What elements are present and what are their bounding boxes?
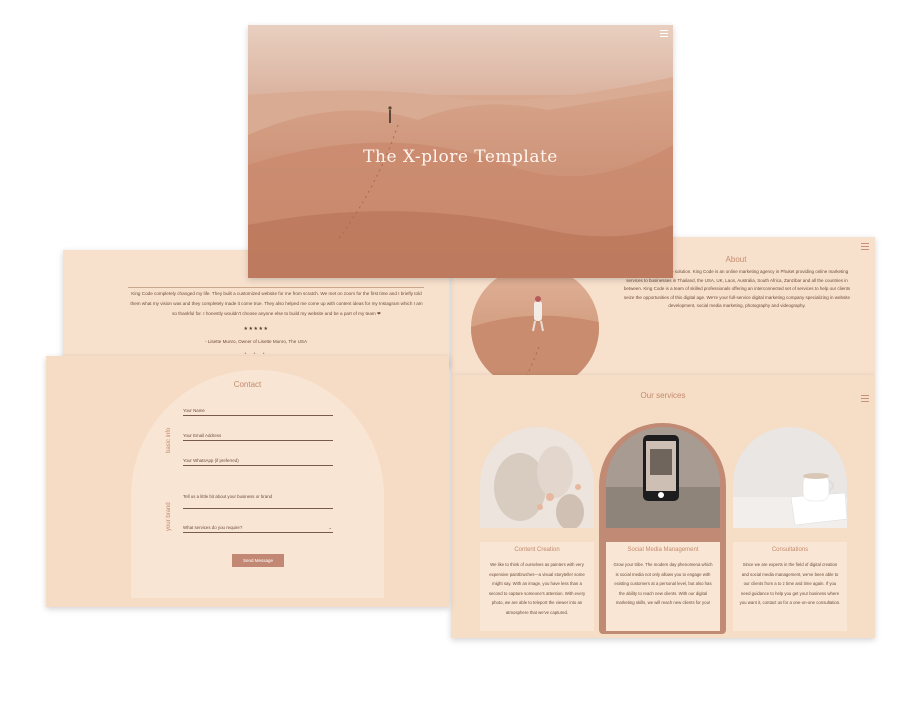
send-message-button[interactable]: Send Message — [232, 554, 284, 567]
service-card-body: Consultations Since we are experts in th… — [733, 542, 847, 631]
services-select-value: What services do you require? — [183, 525, 243, 530]
coffee-cup-image — [733, 427, 847, 528]
testimonial-author: - Lisette Munro, Owner of Lisette Munro,… — [204, 339, 308, 344]
contact-title: Contact — [233, 380, 262, 389]
hamburger-menu-icon[interactable] — [861, 243, 869, 250]
name-field[interactable]: Your Name — [183, 408, 333, 416]
your-brand-label: your brand — [166, 502, 172, 531]
service-card-title: Social Media Management — [627, 547, 699, 553]
service-card-text: Since we are experts in the field of dig… — [739, 562, 841, 606]
hero-section: The X-plore Template — [248, 25, 673, 278]
service-card-content-creation[interactable]: Content Creation We like to think of our… — [480, 427, 594, 631]
service-card-body: Content Creation We like to think of our… — [480, 542, 594, 631]
about-title: About — [725, 255, 747, 264]
service-card-body: Social Media Management Grow your tribe.… — [606, 542, 720, 631]
testimonial-quote: King Code completely changed my life. Th… — [130, 291, 423, 316]
service-card-text: We like to think of ourselves as painter… — [488, 562, 586, 615]
hamburger-menu-icon[interactable] — [660, 30, 668, 37]
divider — [128, 287, 424, 288]
phone-photo-image — [606, 427, 720, 528]
services-title: Our services — [640, 391, 686, 400]
whatsapp-field[interactable]: Your WhatsApp (if preferred) — [183, 458, 333, 466]
hero-title: The X-plore Template — [363, 147, 558, 167]
cactus-image — [480, 427, 594, 528]
email-field[interactable]: Your Email Address — [183, 433, 333, 441]
basic-info-label: basic info — [166, 427, 172, 453]
services-select[interactable]: What services do you require? ⌄ — [183, 525, 333, 533]
business-textarea[interactable]: Tell us a little bit about your business… — [183, 494, 333, 509]
service-card-title: Content Creation — [514, 547, 560, 553]
woman-in-desert-image — [471, 267, 599, 375]
contact-section: Contact basic info your brand Your Name … — [46, 356, 449, 607]
service-card-title: Consultations — [771, 547, 809, 553]
chevron-down-icon: ⌄ — [328, 525, 332, 530]
service-card-text: Grow your tribe. The modern day phenomen… — [613, 562, 713, 606]
service-card-social-media[interactable]: Social Media Management Grow your tribe.… — [606, 427, 720, 631]
rating-stars: ★★★★★ — [243, 326, 269, 332]
service-card-consultations[interactable]: Consultations Since we are experts in th… — [733, 427, 847, 631]
